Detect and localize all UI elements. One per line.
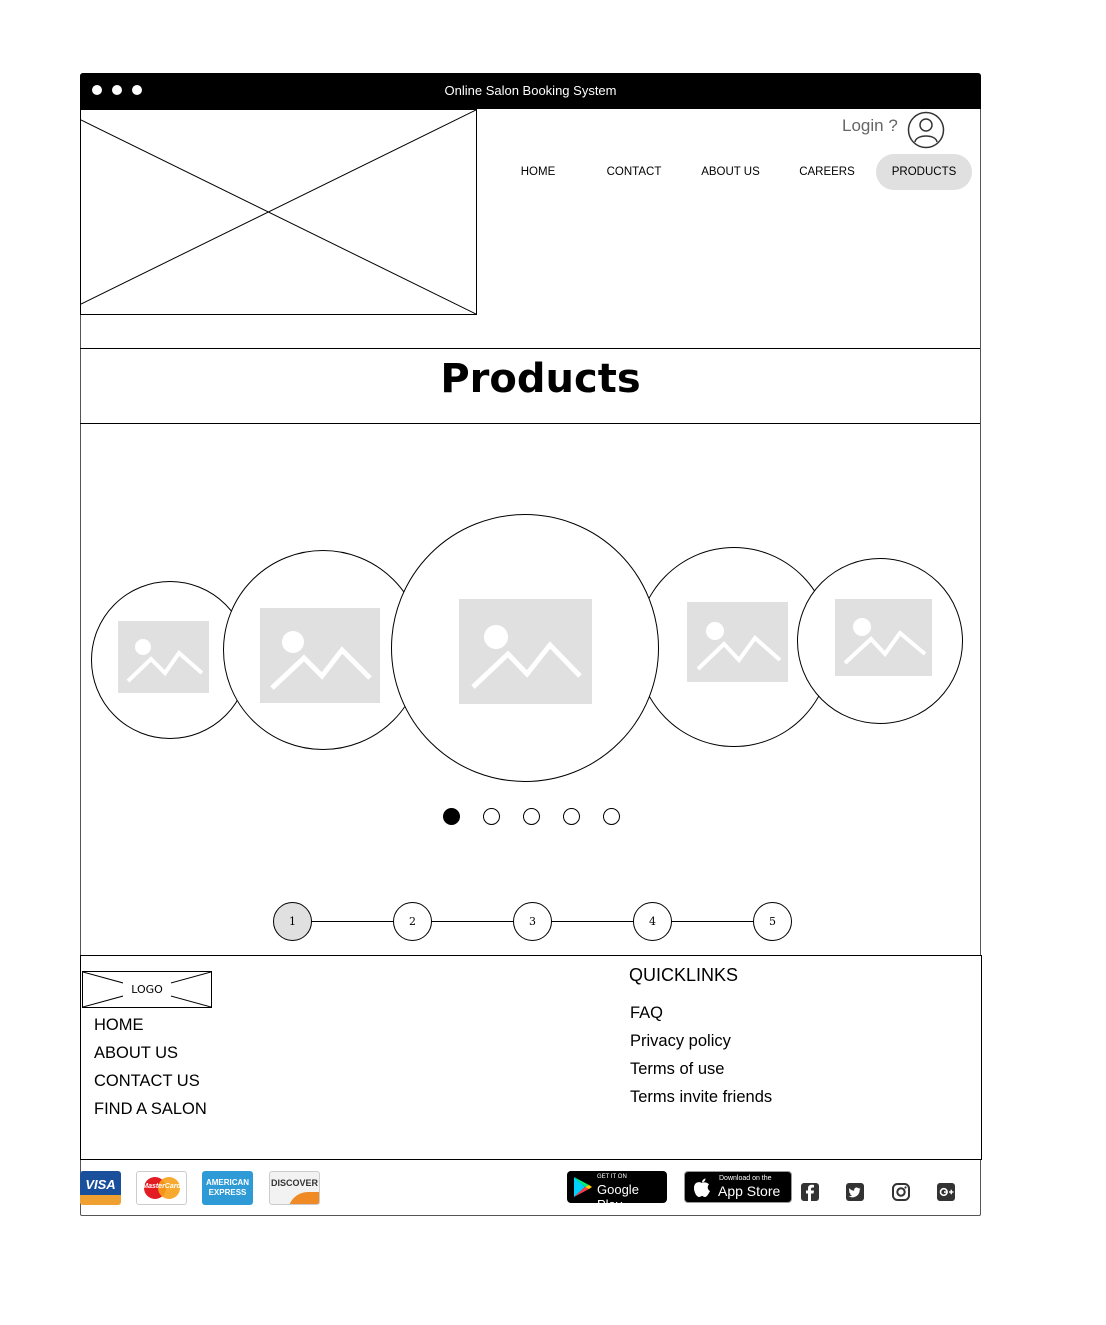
carousel-item-3-featured[interactable] — [391, 514, 659, 782]
mastercard-icon: MasterCard — [136, 1171, 187, 1205]
instagram-icon[interactable] — [892, 1183, 910, 1201]
quicklink-terms-of-use[interactable]: Terms of use — [630, 1060, 724, 1079]
footer-link-about-us[interactable]: ABOUT US — [94, 1044, 178, 1063]
carousel-indicator-2[interactable] — [483, 808, 500, 825]
nav-contact[interactable]: CONTACT — [586, 154, 682, 190]
carousel-indicator-3[interactable] — [523, 808, 540, 825]
nav-careers[interactable]: CAREERS — [779, 154, 875, 190]
nav-about-us[interactable]: ABOUT US — [682, 154, 779, 190]
discover-card-icon: DISCOVER — [269, 1171, 320, 1205]
nav-products[interactable]: PRODUCTS — [876, 154, 972, 190]
american-express-icon: AMERICAN EXPRESS — [202, 1171, 253, 1205]
google-plus-icon[interactable] — [937, 1183, 955, 1201]
login-link[interactable]: Login ? — [842, 116, 898, 136]
google-play-icon — [574, 1177, 592, 1197]
image-placeholder-icon — [118, 621, 209, 693]
image-placeholder-icon — [459, 599, 592, 704]
page-step-4[interactable]: 4 — [633, 902, 672, 941]
carousel-item-5[interactable] — [797, 558, 963, 724]
facebook-icon[interactable] — [801, 1183, 819, 1201]
hero-image-placeholder — [80, 109, 477, 315]
page-step-5[interactable]: 5 — [753, 902, 792, 941]
visa-card-icon: VISA — [80, 1171, 121, 1205]
footer-link-home[interactable]: HOME — [94, 1016, 144, 1035]
footer-logo-label: LOGO — [131, 983, 163, 996]
title-divider — [80, 423, 980, 424]
header-divider — [80, 348, 980, 349]
carousel-indicator-5[interactable] — [603, 808, 620, 825]
quicklinks-heading: QUICKLINKS — [629, 965, 739, 985]
footer-link-find-a-salon[interactable]: FIND A SALON — [94, 1100, 207, 1119]
quicklink-privacy-policy[interactable]: Privacy policy — [630, 1032, 731, 1051]
footer — [80, 955, 982, 1160]
quicklink-terms-invite-friends[interactable]: Terms invite friends — [630, 1088, 772, 1107]
image-placeholder-icon — [687, 602, 788, 682]
nav-home[interactable]: HOME — [490, 154, 586, 190]
page-step-3[interactable]: 3 — [513, 902, 552, 941]
quicklink-faq[interactable]: FAQ — [630, 1004, 663, 1023]
twitter-icon[interactable] — [846, 1183, 864, 1201]
page-step-1[interactable]: 1 — [273, 902, 312, 941]
image-placeholder-icon — [260, 608, 380, 703]
page-step-2[interactable]: 2 — [393, 902, 432, 941]
window-title: Online Salon Booking System — [444, 83, 617, 98]
google-play-badge[interactable]: GET IT ON Google Play — [567, 1171, 667, 1212]
carousel-indicator-1[interactable] — [443, 808, 460, 825]
app-store-badge[interactable]: Download on the App Store — [684, 1171, 792, 1203]
carousel-indicator-4[interactable] — [563, 808, 580, 825]
page-title: Products — [440, 356, 641, 402]
footer-link-contact-us[interactable]: CONTACT US — [94, 1072, 200, 1091]
image-placeholder-icon — [835, 599, 932, 676]
user-avatar-icon[interactable] — [907, 111, 945, 149]
apple-icon — [694, 1178, 710, 1197]
